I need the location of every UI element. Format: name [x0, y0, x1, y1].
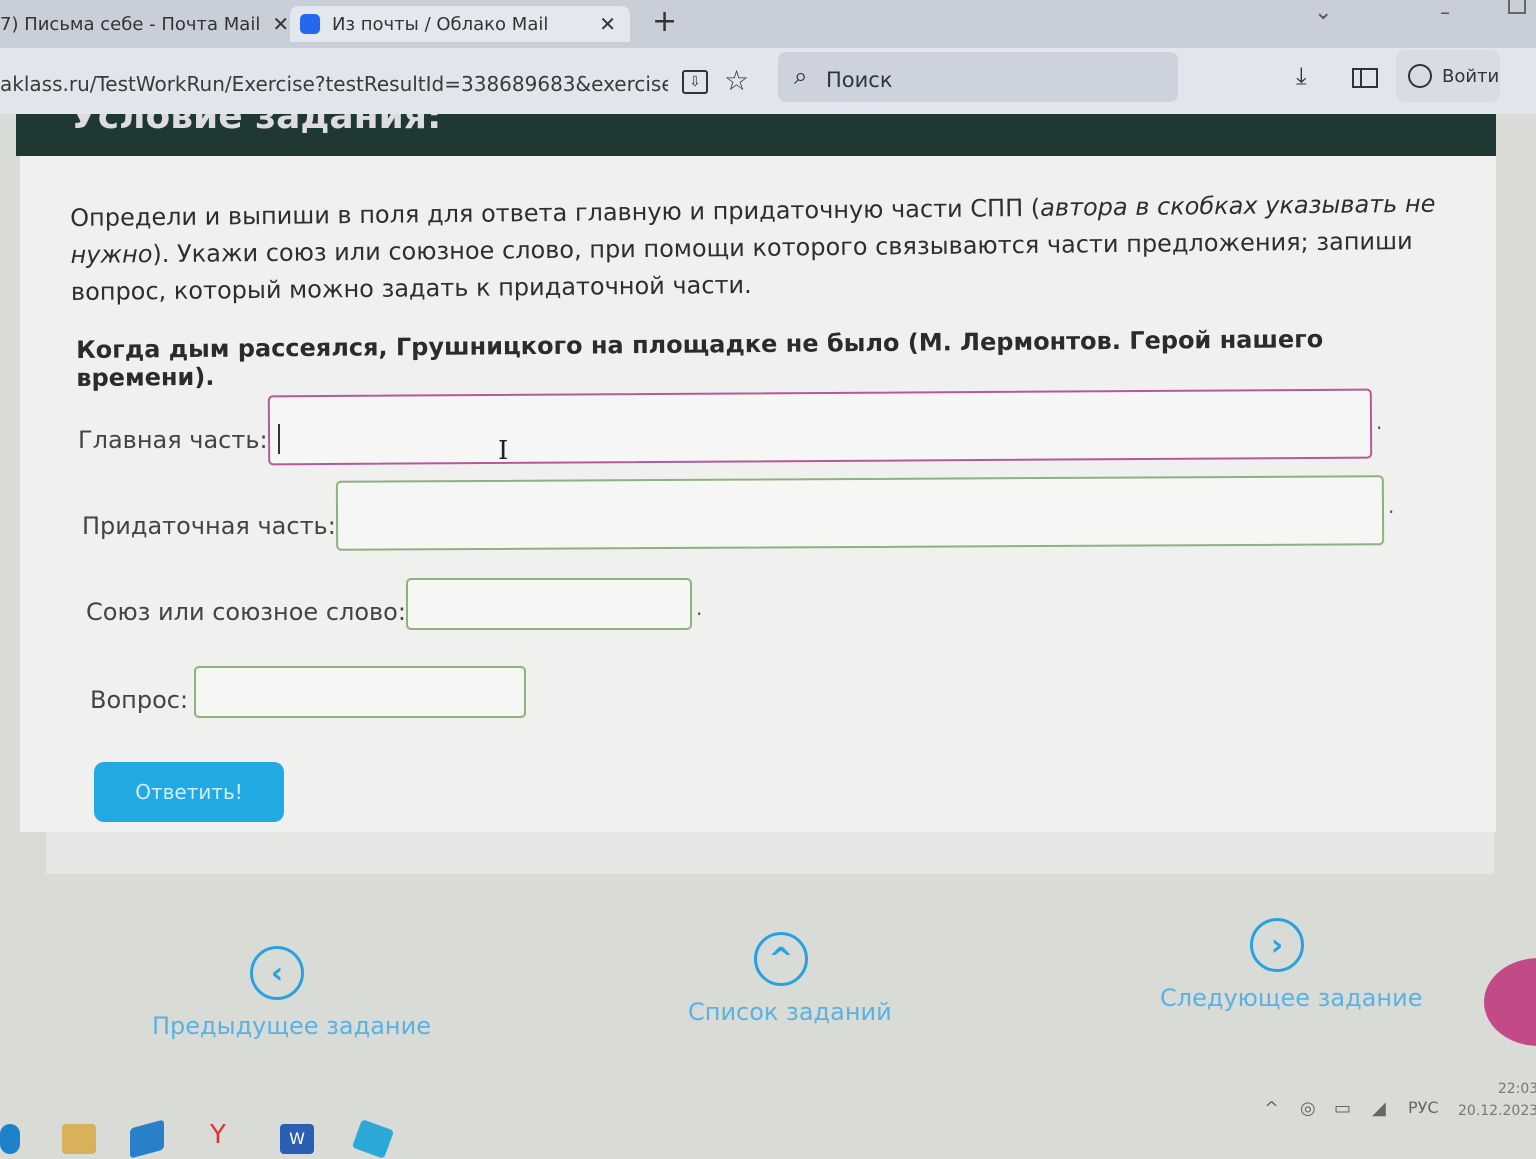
conjunction-input[interactable]: [406, 578, 692, 630]
login-button[interactable]: Войти: [1396, 50, 1500, 102]
camera-icon[interactable]: ◎: [1300, 1098, 1316, 1119]
wifi-icon[interactable]: ◢: [1372, 1098, 1386, 1119]
clock-date: 20.12.2023: [1458, 1103, 1536, 1119]
conjunction-label: Союз или союзное слово:: [86, 598, 406, 626]
tray-chevron-up-icon[interactable]: ^: [1264, 1098, 1279, 1119]
subordinate-part-input[interactable]: [335, 475, 1385, 551]
language-indicator[interactable]: РУС: [1408, 1098, 1439, 1117]
tab-mail[interactable]: 7) Письма себе - Почта Mail ✕: [0, 6, 289, 42]
text-caret: [278, 424, 280, 454]
chevron-left-icon[interactable]: ‹: [250, 946, 304, 1000]
login-label: Войти: [1442, 65, 1500, 87]
next-task-link[interactable]: Следующее задание: [1160, 984, 1422, 1012]
main-part-input[interactable]: [267, 388, 1373, 466]
task-list-link[interactable]: Список заданий: [688, 998, 892, 1026]
minimize-icon[interactable]: –: [1440, 0, 1450, 24]
search-placeholder: Поиск: [826, 68, 893, 92]
browser-toolbar: aklass.ru/TestWorkRun/Exercise?testResul…: [0, 48, 1536, 114]
save-page-icon[interactable]: ⇩: [682, 70, 708, 94]
task-instructions: Определи и выпиши в поля для ответа глав…: [70, 186, 1451, 311]
download-icon[interactable]: ⤓: [1296, 62, 1307, 90]
chevron-up-icon[interactable]: ^: [754, 932, 808, 986]
card-bottom-band: [46, 832, 1494, 874]
subordinate-part-dot: .: [1388, 494, 1395, 518]
ibeam-cursor-icon: I: [498, 436, 509, 466]
file-explorer-icon[interactable]: [62, 1124, 96, 1154]
word-icon[interactable]: W: [280, 1124, 314, 1154]
star-icon[interactable]: ☆: [724, 64, 749, 97]
start-icon[interactable]: [0, 1124, 20, 1154]
clock-time: 22:03: [1497, 1081, 1536, 1097]
battery-icon[interactable]: ▭: [1334, 1098, 1351, 1119]
section-title: Условие задания:: [70, 114, 442, 137]
search-icon: ⌕: [794, 62, 808, 90]
tab-mail-close-icon[interactable]: ✕: [272, 12, 289, 36]
cloud-icon: [300, 14, 320, 34]
question-label: Вопрос:: [90, 686, 189, 714]
browser-tab-bar: 7) Письма себе - Почта Mail ✕ Из почты /…: [0, 0, 1536, 48]
edge-icon[interactable]: [130, 1119, 164, 1159]
conjunction-dot: .: [696, 596, 703, 620]
instructions-text-1: Определи и выпиши в поля для ответа глав…: [70, 193, 1041, 232]
floating-help-button[interactable]: [1484, 958, 1536, 1046]
search-box[interactable]: ⌕ Поиск: [778, 52, 1178, 102]
previous-task-link[interactable]: Предыдущее задание: [152, 1012, 431, 1040]
system-clock[interactable]: 22:03 20.12.2023: [1458, 1078, 1536, 1122]
section-header: Условие задания:: [16, 114, 1496, 156]
restore-window-icon[interactable]: [1508, 0, 1526, 14]
question-input[interactable]: [194, 666, 526, 718]
chevron-right-icon[interactable]: ›: [1250, 918, 1304, 972]
address-bar[interactable]: aklass.ru/TestWorkRun/Exercise?testResul…: [0, 72, 668, 96]
task-sentence: Когда дым рассеялся, Грушницкого на площ…: [76, 325, 1324, 392]
subordinate-part-label: Придаточная часть:: [82, 512, 336, 540]
answer-button[interactable]: Ответить!: [94, 762, 284, 822]
new-tab-button[interactable]: +: [652, 4, 677, 39]
main-part-label: Главная часть:: [78, 426, 268, 454]
tab-mail-title: 7) Письма себе - Почта Mail: [0, 13, 261, 35]
user-icon: [1408, 64, 1432, 88]
instructions-text-2: ). Укажи союз или союзное слово, при пом…: [70, 226, 1413, 306]
tab-cloud[interactable]: Из почты / Облако Mail ✕: [290, 6, 630, 42]
chevron-down-icon[interactable]: ⌄: [1314, 0, 1332, 25]
yandex-icon[interactable]: Y: [210, 1120, 234, 1150]
tab-cloud-title: Из почты / Облако Mail: [332, 13, 549, 35]
store-icon[interactable]: [351, 1119, 395, 1159]
main-part-dot: .: [1376, 410, 1383, 434]
sidebar-icon[interactable]: [1352, 68, 1378, 88]
tab-cloud-close-icon[interactable]: ✕: [599, 12, 616, 36]
